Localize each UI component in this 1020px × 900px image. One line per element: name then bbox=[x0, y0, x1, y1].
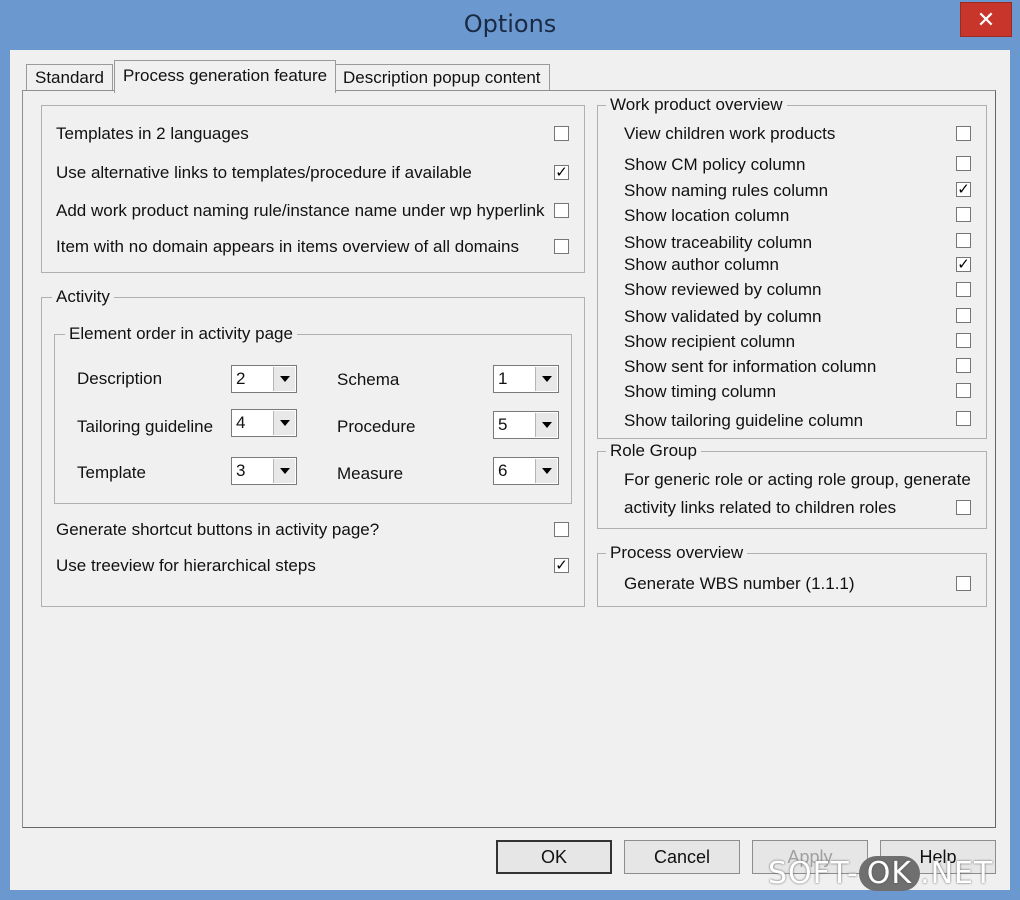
wp-item-label: Show recipient column bbox=[624, 332, 796, 351]
wp-item-label: Show author column bbox=[624, 255, 779, 274]
no-domain-item-label: Item with no domain appears in items ove… bbox=[56, 237, 519, 256]
alternative-links-label: Use alternative links to templates/proce… bbox=[56, 163, 472, 182]
dropdown-arrow-icon[interactable] bbox=[273, 367, 295, 391]
role-group-legend: Role Group bbox=[606, 441, 701, 461]
tab-panel: Templates in 2 languages Use alternative… bbox=[22, 90, 996, 828]
element-order-legend: Element order in activity page bbox=[65, 324, 297, 344]
watermark-right: .NET bbox=[920, 856, 994, 891]
procedure-order-select[interactable]: 5 bbox=[493, 411, 559, 439]
measure-order-value: 6 bbox=[498, 461, 508, 480]
schema-order-label: Schema bbox=[337, 370, 400, 389]
window-title: Options bbox=[463, 10, 557, 38]
schema-order-value: 1 bbox=[498, 369, 508, 388]
tab-description-popup-content[interactable]: Description popup content bbox=[334, 64, 550, 91]
wp-item-label: Show traceability column bbox=[624, 233, 813, 252]
title-bar[interactable]: Options ✕ bbox=[0, 0, 1020, 50]
timing-column-checkbox[interactable] bbox=[956, 383, 971, 398]
tailoring-guideline-order-label: Tailoring guideline bbox=[77, 417, 214, 436]
check-icon: ✓ bbox=[555, 164, 568, 181]
description-order-label: Description bbox=[77, 369, 163, 388]
role-group-line1: For generic role or acting role group, g… bbox=[624, 470, 971, 489]
schema-order-select[interactable]: 1 bbox=[493, 365, 559, 393]
templates-2-languages-checkbox[interactable] bbox=[554, 126, 569, 141]
traceability-column-checkbox[interactable] bbox=[956, 233, 971, 248]
wbs-number-label: Generate WBS number (1.1.1) bbox=[624, 574, 855, 593]
template-order-label: Template bbox=[77, 463, 146, 482]
watermark-ok: OK bbox=[858, 856, 921, 891]
template-order-value: 3 bbox=[236, 461, 246, 480]
cm-policy-column-checkbox[interactable] bbox=[956, 156, 971, 171]
wp-item-label: Show location column bbox=[624, 206, 790, 225]
check-icon: ✓ bbox=[957, 181, 970, 198]
wp-item-label: Show validated by column bbox=[624, 307, 822, 326]
wp-item-label: View children work products bbox=[624, 124, 836, 143]
tailoring-guideline-column-checkbox[interactable] bbox=[956, 411, 971, 426]
watermark-left: SOFT- bbox=[768, 856, 859, 891]
options-dialog: Options ✕ Standard Process generation fe… bbox=[0, 0, 1020, 900]
cancel-button[interactable]: Cancel bbox=[624, 840, 740, 874]
work-product-overview-legend: Work product overview bbox=[606, 95, 787, 115]
dropdown-arrow-icon[interactable] bbox=[273, 411, 295, 435]
location-column-checkbox[interactable] bbox=[956, 207, 971, 222]
alternative-links-checkbox[interactable]: ✓ bbox=[554, 165, 569, 180]
dropdown-arrow-icon[interactable] bbox=[273, 459, 295, 483]
wbs-number-checkbox[interactable] bbox=[956, 576, 971, 591]
recipient-column-checkbox[interactable] bbox=[956, 333, 971, 348]
description-order-value: 2 bbox=[236, 369, 246, 388]
validated-by-column-checkbox[interactable] bbox=[956, 308, 971, 323]
procedure-order-value: 5 bbox=[498, 415, 508, 434]
close-icon: ✕ bbox=[976, 7, 996, 32]
wp-item-label: Show timing column bbox=[624, 382, 777, 401]
role-group-line2: activity links related to children roles bbox=[624, 498, 897, 517]
measure-order-select[interactable]: 6 bbox=[493, 457, 559, 485]
role-group-checkbox[interactable] bbox=[956, 500, 971, 515]
tailoring-guideline-order-value: 4 bbox=[236, 413, 246, 432]
wp-item-label: Show reviewed by column bbox=[624, 280, 822, 299]
dialog-body: Standard Process generation feature Desc… bbox=[10, 50, 1010, 890]
procedure-order-label: Procedure bbox=[337, 417, 416, 436]
wp-item-label: Show tailoring guideline column bbox=[624, 411, 864, 430]
author-column-checkbox[interactable]: ✓ bbox=[956, 257, 971, 272]
role-group-group: Role Group For generic role or acting ro… bbox=[597, 441, 987, 529]
naming-rules-column-checkbox[interactable]: ✓ bbox=[956, 182, 971, 197]
shortcut-buttons-label: Generate shortcut buttons in activity pa… bbox=[56, 520, 380, 539]
process-overview-legend: Process overview bbox=[606, 543, 748, 563]
template-order-select[interactable]: 3 bbox=[231, 457, 297, 485]
check-icon: ✓ bbox=[957, 256, 970, 273]
tab-process-generation-feature[interactable]: Process generation feature bbox=[114, 60, 337, 93]
tailoring-guideline-order-select[interactable]: 4 bbox=[231, 409, 297, 437]
treeview-label: Use treeview for hierarchical steps bbox=[56, 556, 316, 575]
general-options-group: Templates in 2 languages Use alternative… bbox=[41, 105, 585, 273]
description-order-select[interactable]: 2 bbox=[231, 365, 297, 393]
process-overview-group: Process overview Generate WBS number (1.… bbox=[597, 543, 987, 607]
wp-item-label: Show sent for information column bbox=[624, 357, 877, 376]
wp-item-label: Show naming rules column bbox=[624, 181, 829, 200]
ok-button[interactable]: OK bbox=[496, 840, 612, 874]
dropdown-arrow-icon[interactable] bbox=[535, 413, 557, 437]
dropdown-arrow-icon[interactable] bbox=[535, 367, 557, 391]
shortcut-buttons-checkbox[interactable] bbox=[554, 522, 569, 537]
measure-order-label: Measure bbox=[337, 464, 404, 483]
close-button[interactable]: ✕ bbox=[960, 2, 1012, 37]
naming-rule-checkbox[interactable] bbox=[554, 203, 569, 218]
element-order-group: Element order in activity page Descripti… bbox=[54, 324, 572, 504]
activity-group: Activity Element order in activity page … bbox=[41, 287, 585, 607]
work-product-overview-group: Work product overview View children work… bbox=[597, 95, 987, 439]
treeview-checkbox[interactable]: ✓ bbox=[554, 558, 569, 573]
activity-legend: Activity bbox=[52, 287, 114, 307]
reviewed-by-column-checkbox[interactable] bbox=[956, 282, 971, 297]
tab-standard[interactable]: Standard bbox=[26, 64, 113, 91]
watermark: SOFT- OK .NET bbox=[768, 856, 993, 891]
sent-for-information-column-checkbox[interactable] bbox=[956, 358, 971, 373]
view-children-work-products-checkbox[interactable] bbox=[956, 126, 971, 141]
wp-item-label: Show CM policy column bbox=[624, 155, 806, 174]
no-domain-item-checkbox[interactable] bbox=[554, 239, 569, 254]
templates-2-languages-label: Templates in 2 languages bbox=[56, 124, 249, 143]
dropdown-arrow-icon[interactable] bbox=[535, 459, 557, 483]
check-icon: ✓ bbox=[555, 557, 568, 574]
naming-rule-label: Add work product naming rule/instance na… bbox=[56, 201, 545, 220]
